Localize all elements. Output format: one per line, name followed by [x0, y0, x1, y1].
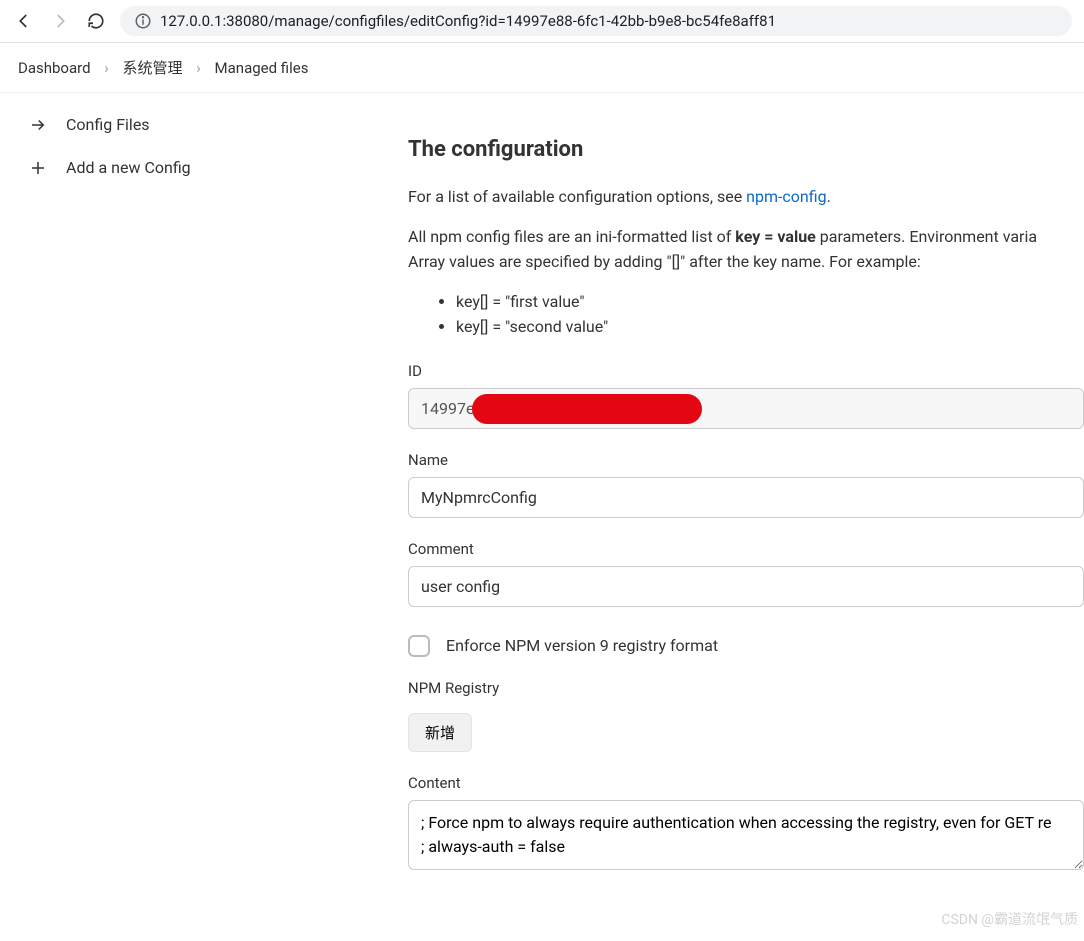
content-label: Content: [408, 774, 1084, 792]
url-text: 127.0.0.1:38080/manage/configfiles/editC…: [160, 12, 776, 30]
arrow-right-icon: [28, 116, 48, 134]
name-input[interactable]: [408, 477, 1084, 518]
field-name: Name: [408, 451, 1084, 518]
enforce-checkbox[interactable]: [408, 635, 430, 657]
npm-config-link[interactable]: npm-config: [746, 187, 826, 206]
main-content: The configuration For a list of availabl…: [380, 93, 1084, 874]
back-button[interactable]: [12, 9, 36, 33]
registry-label: NPM Registry: [408, 679, 1084, 697]
url-bar[interactable]: 127.0.0.1:38080/manage/configfiles/editC…: [120, 6, 1072, 36]
name-label: Name: [408, 451, 1084, 469]
plus-icon: [28, 159, 48, 177]
intro-text: For a list of available configuration op…: [408, 184, 1084, 210]
field-comment: Comment: [408, 540, 1084, 607]
breadcrumb: Dashboard › 系统管理 › Managed files: [0, 43, 1084, 93]
browser-toolbar: 127.0.0.1:38080/manage/configfiles/editC…: [0, 0, 1084, 43]
forward-button[interactable]: [48, 9, 72, 33]
section-title: The configuration: [408, 137, 1084, 162]
field-enforce: Enforce NPM version 9 registry format: [408, 635, 1084, 657]
sidebar-item-label: Add a new Config: [66, 158, 191, 177]
comment-label: Comment: [408, 540, 1084, 558]
breadcrumb-item-system[interactable]: 系统管理: [123, 59, 183, 77]
field-content: Content: [408, 774, 1084, 874]
sidebar-item-config-files[interactable]: Config Files: [0, 103, 380, 146]
field-id: ID: [408, 362, 1084, 429]
breadcrumb-item-dashboard[interactable]: Dashboard: [18, 59, 91, 77]
id-label: ID: [408, 362, 1084, 380]
sidebar: Config Files Add a new Config: [0, 93, 380, 874]
breadcrumb-item-managed-files[interactable]: Managed files: [215, 59, 309, 77]
field-registry: NPM Registry 新增: [408, 679, 1084, 752]
comment-input[interactable]: [408, 566, 1084, 607]
content-textarea[interactable]: [408, 800, 1084, 870]
chevron-right-icon: ›: [104, 59, 109, 77]
sidebar-item-add-config[interactable]: Add a new Config: [0, 146, 380, 189]
redaction-overlay: [472, 394, 702, 424]
reload-button[interactable]: [84, 9, 108, 33]
enforce-label: Enforce NPM version 9 registry format: [446, 636, 718, 655]
example-item: key[] = "first value": [456, 289, 1084, 315]
example-item: key[] = "second value": [456, 314, 1084, 340]
chevron-right-icon: ›: [196, 59, 201, 77]
description-text: All npm config files are an ini-formatte…: [408, 224, 1084, 275]
site-info-icon[interactable]: [134, 12, 152, 30]
watermark: CSDN @霸道流氓气质: [941, 909, 1078, 929]
add-registry-button[interactable]: 新增: [408, 713, 472, 752]
example-list: key[] = "first value" key[] = "second va…: [456, 289, 1084, 340]
sidebar-item-label: Config Files: [66, 115, 150, 134]
